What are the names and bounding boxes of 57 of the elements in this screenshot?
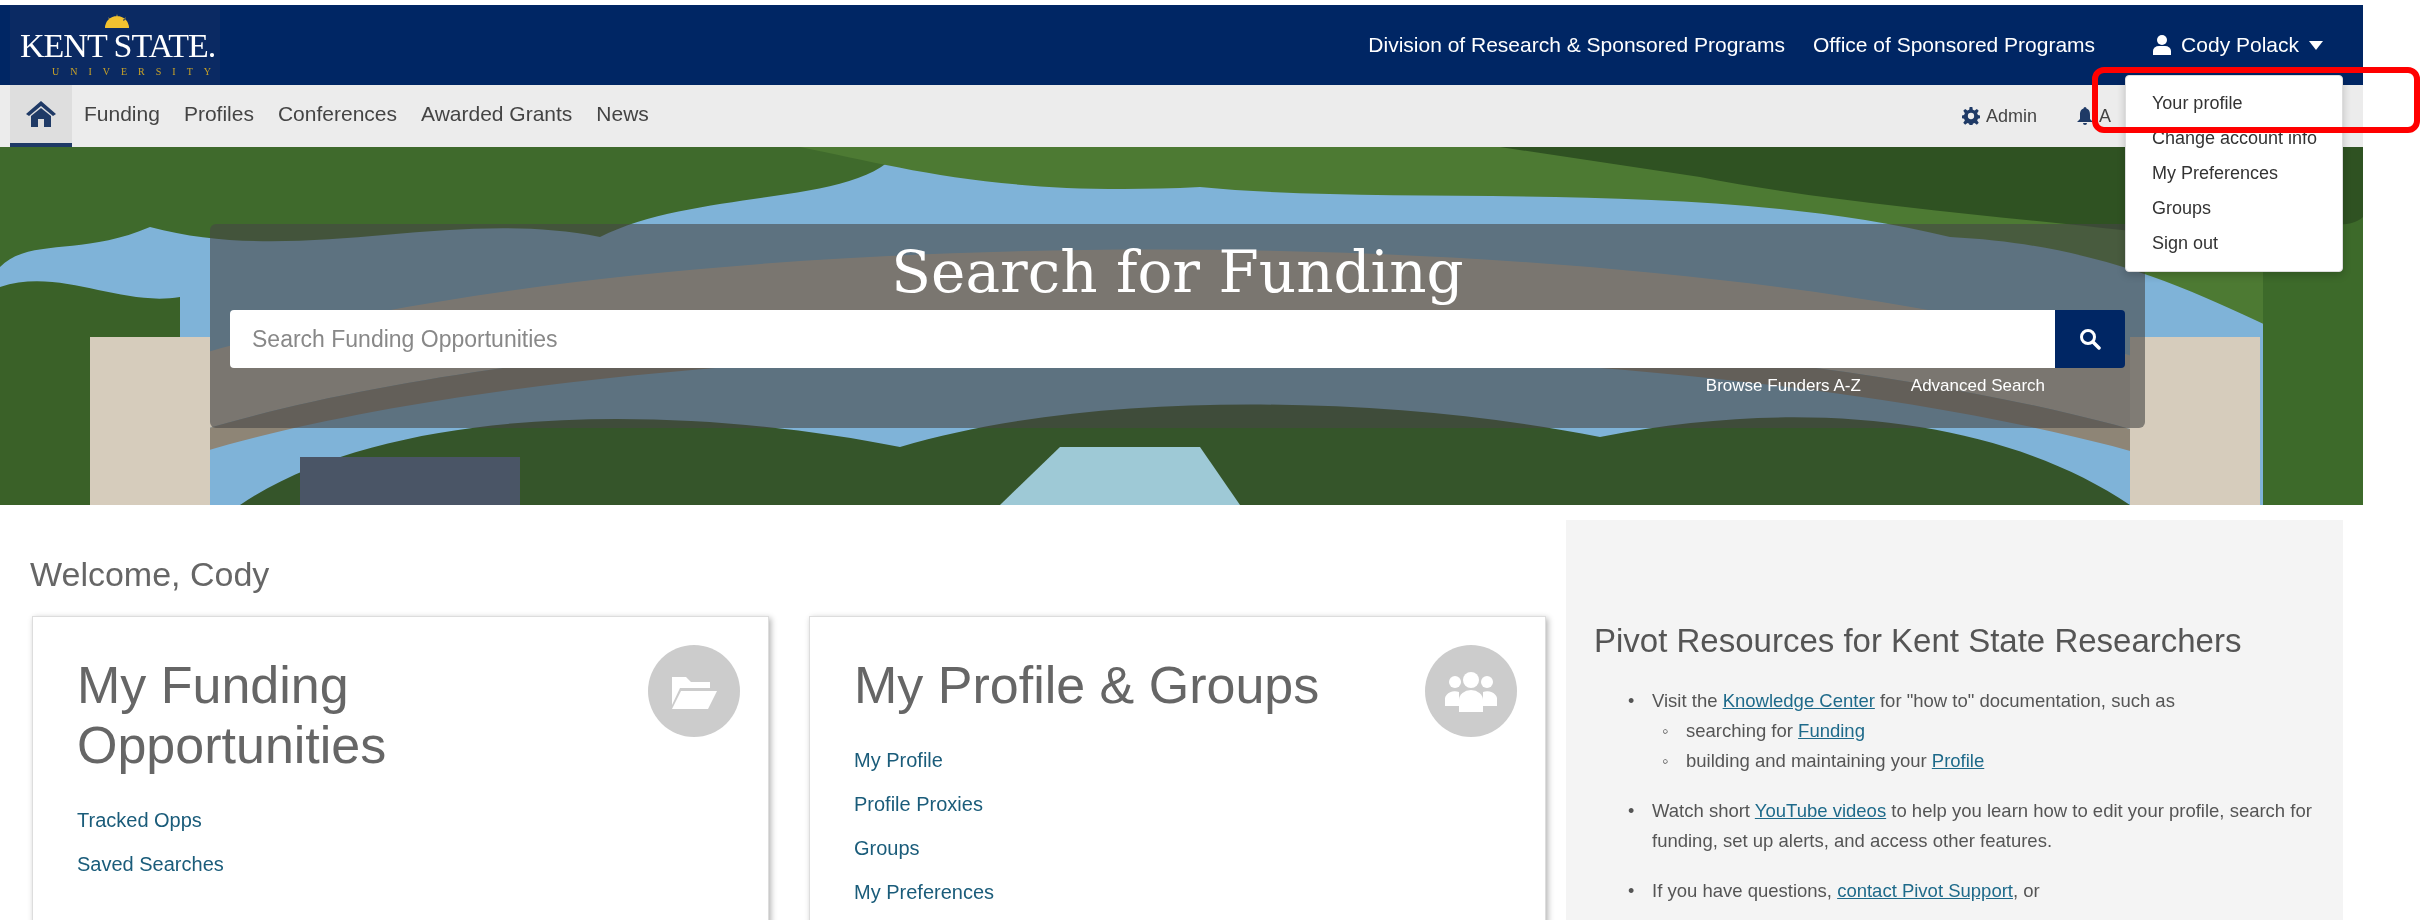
bullet: ◦ xyxy=(1662,720,1670,743)
toolbar-link[interactable]: Admin xyxy=(1961,85,2037,147)
bullet: • xyxy=(1628,690,1636,713)
card-title: My Funding Opportunities xyxy=(77,655,388,775)
bullet: • xyxy=(1628,800,1636,823)
nav-tab[interactable]: News xyxy=(584,85,661,147)
card-link[interactable]: My Profile xyxy=(854,749,943,772)
card-link[interactable]: Groups xyxy=(854,837,920,860)
header-link[interactable]: Office of Sponsored Programs xyxy=(1813,33,2096,57)
menu-item[interactable]: Groups xyxy=(2126,191,2342,226)
menu-item[interactable]: Sign out xyxy=(2126,226,2342,261)
search-link[interactable]: Browse Funders A-Z xyxy=(1705,376,1861,396)
card-link[interactable]: Profile Proxies xyxy=(854,793,983,816)
list-text: searching for Funding xyxy=(1686,719,1865,743)
list-text: Watch short YouTube videos to help you learn how to edit your profile, search for funding, set up alerts, and access other features. xyxy=(1652,799,2313,853)
search-icon xyxy=(2079,328,2101,350)
welcome-heading: Welcome, Cody xyxy=(30,555,271,594)
user-menu-button[interactable]: Cody Polack xyxy=(2153,33,2323,57)
gear-icon xyxy=(1961,107,1980,125)
list-text: If you have questions, contact Pivot Support, or xyxy=(1652,879,2040,903)
search-field[interactable]: Search Funding Opportunities xyxy=(230,310,2055,368)
card-title: My Profile & Groups xyxy=(854,655,1321,715)
menu-item[interactable]: My Preferences xyxy=(2126,156,2342,191)
card-link[interactable]: Saved Searches xyxy=(77,853,224,876)
home-tab[interactable] xyxy=(10,85,72,147)
user-icon xyxy=(2153,35,2172,55)
caret-icon xyxy=(2309,40,2323,50)
resource-link[interactable]: contact Pivot Support xyxy=(1837,880,2013,901)
toolbar-label: A xyxy=(2099,105,2111,127)
bullet: • xyxy=(1628,880,1636,903)
resource-link[interactable]: YouTube videos xyxy=(1754,800,1887,821)
bell-icon xyxy=(2077,107,2093,125)
toolbar-link[interactable]: A xyxy=(2077,85,2111,147)
nav-tab[interactable]: Funding xyxy=(72,85,172,147)
logo-wordmark: KENT STATE. xyxy=(20,28,216,63)
card-link[interactable]: My Preferences xyxy=(854,881,995,904)
nav-tab[interactable]: Profiles xyxy=(171,85,266,147)
logo-subtitle: UNIVERSITY xyxy=(52,65,222,77)
bullet: ◦ xyxy=(1662,750,1670,773)
home-icon xyxy=(26,101,56,127)
resources-title: Pivot Resources for Kent State Researchers xyxy=(1594,622,2243,660)
nav-tab[interactable]: Awarded Grants xyxy=(409,85,585,147)
menu-item[interactable]: Your profile xyxy=(2126,86,2342,121)
toolbar-label: Admin xyxy=(1985,105,2037,127)
hero-title: Search for Funding xyxy=(891,237,1464,308)
header-link[interactable]: Division of Research & Sponsored Programs xyxy=(1368,33,1785,57)
resource-link[interactable]: Funding xyxy=(1798,720,1865,741)
sun-icon xyxy=(102,13,132,28)
search-link[interactable]: Advanced Search xyxy=(1910,376,2045,396)
card-link[interactable]: Tracked Opps xyxy=(77,809,202,832)
resource-link[interactable]: Profile xyxy=(1931,750,1985,771)
list-text: Visit the Knowledge Center for "how to" documentation, such as xyxy=(1652,689,2175,713)
search-button[interactable] xyxy=(2055,310,2125,368)
university-logo[interactable]: KENT STATE. UNIVERSITY xyxy=(10,5,220,85)
nav-tab[interactable]: Conferences xyxy=(265,85,409,147)
resource-link[interactable]: Knowledge Center xyxy=(1722,690,1875,711)
list-text: building and maintaining your Profile xyxy=(1686,749,1985,773)
